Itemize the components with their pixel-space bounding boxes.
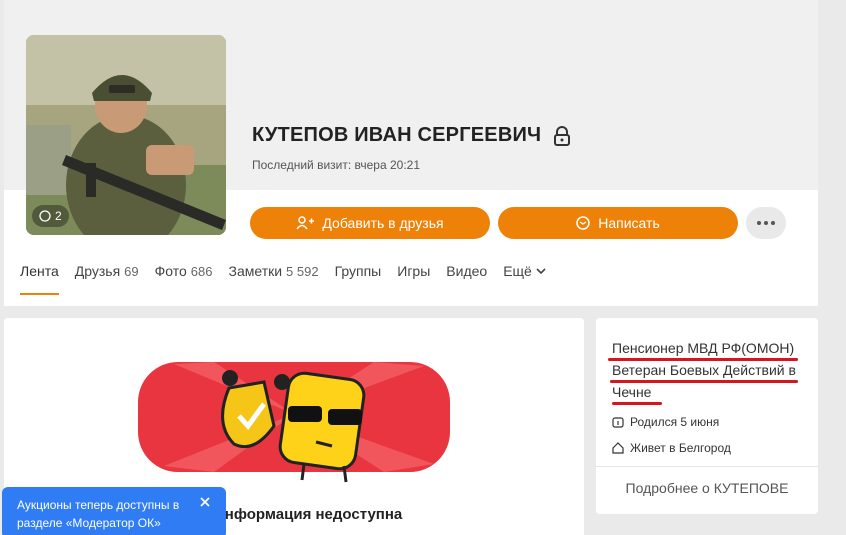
info-card: Пенсионер МВД РФ(ОМОН) Ветеран Боевых Де… [596,318,818,514]
location-row: Живет в Белгород [612,441,731,455]
home-icon [612,442,624,454]
tab-video[interactable]: Видео [446,263,487,295]
more-actions-button[interactable] [746,207,786,239]
birthday-row: Родился 5 июня [612,415,719,429]
avatar[interactable]: 2 [26,35,226,235]
red-underline [608,358,798,361]
location-text: Живет в Белгород [630,441,731,455]
photo-count: 2 [55,209,62,223]
tab-photos[interactable]: Фото 686 [155,263,213,295]
dot-icon [757,221,761,225]
profile-name: КУТЕПОВ ИВАН СЕРГЕЕВИЧ [252,124,542,146]
status-line: Ветеран Боевых Действий в [612,362,796,378]
tab-label: Группы [334,263,382,279]
more-about-link[interactable]: Подробнее о КУТЕПОВЕ [596,480,818,496]
birthday-text: Родился 5 июня [630,415,720,429]
red-underline [610,380,798,383]
add-friend-button[interactable]: Добавить в друзья [250,207,490,239]
tab-label: Друзья [74,263,121,279]
last-visit: Последний визит: вчера 20:21 [252,158,420,172]
tab-count: 69 [124,263,139,279]
tab-count: 5 592 [286,263,319,279]
unavailable-title: Информация недоступна [214,506,403,523]
add-friend-label: Добавить в друзья [322,215,444,231]
tab-count: 686 [190,263,213,279]
name-row: КУТЕПОВ ИВАН СЕРГЕЕВИЧ [252,124,571,147]
comment-icon [39,210,51,222]
tab-friends[interactable]: Друзья 69 [75,263,139,295]
tab-label: Ещё [503,263,532,279]
dot-icon [764,221,768,225]
toast-text: Аукционы теперь доступны в разделе «Моде… [17,498,180,530]
red-underline [612,402,662,405]
tab-label: Заметки [228,263,283,279]
chevron-down-icon [536,267,546,274]
add-friend-icon [296,216,315,230]
message-icon [576,216,590,230]
write-message-label: Написать [598,215,660,231]
photo-count-badge[interactable]: 2 [32,205,69,227]
status-line: Чечне [612,384,652,400]
tab-games[interactable]: Игры [397,263,430,295]
tab-notes[interactable]: Заметки 5 592 [229,263,319,295]
tab-more[interactable]: Ещё [503,263,546,295]
privacy-illustration [138,362,450,483]
tab-groups[interactable]: Группы [335,263,382,295]
tab-label: Фото [154,263,187,279]
status-line: Пенсионер МВД РФ(ОМОН) [612,340,795,356]
notification-toast[interactable]: Аукционы теперь доступны в разделе «Моде… [2,487,226,535]
write-message-button[interactable]: Написать [498,207,738,239]
calendar-icon [612,417,624,428]
profile-tabs: Лента Друзья 69 Фото 686 Заметки 5 592 Груп… [20,263,562,295]
lock-icon [554,125,571,146]
tab-label: Лента [20,263,59,279]
tab-feed[interactable]: Лента [20,263,59,295]
divider [596,466,818,467]
tab-label: Игры [397,263,431,279]
dot-icon [771,221,775,225]
profile-card: 2 КУТЕПОВ ИВАН СЕРГЕЕВИЧ Последний визит… [4,0,818,306]
close-icon[interactable] [198,495,212,509]
tab-label: Видео [446,263,488,279]
